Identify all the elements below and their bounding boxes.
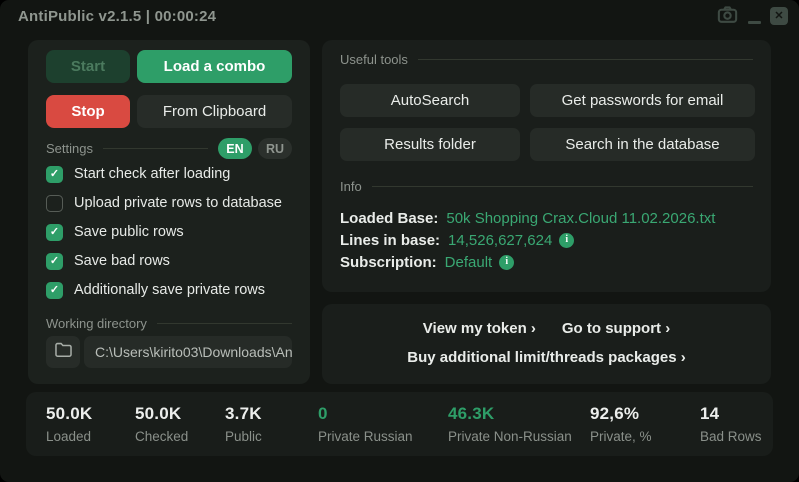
settings-label: Settings — [46, 141, 93, 156]
buy-packages-link[interactable]: Buy additional limit/threads packages › — [407, 349, 685, 366]
camera-icon — [717, 5, 738, 29]
stat-label: Checked — [135, 429, 188, 444]
subscription-row: Subscription: Default — [340, 251, 514, 273]
browse-folder-button[interactable] — [46, 336, 80, 368]
results-folder-button[interactable]: Results folder — [340, 128, 520, 161]
stat-label: Private, % — [590, 429, 652, 444]
checkbox-label: Upload private rows to database — [74, 195, 282, 211]
language-toggle-ru[interactable]: RU — [258, 138, 292, 159]
tools-info-panel: Useful tools AutoSearch Get passwords fo… — [322, 40, 771, 292]
check-icon — [50, 169, 59, 180]
stat-value: 3.7K — [225, 404, 262, 424]
settings-section-header: Settings EN RU — [46, 138, 292, 159]
checkbox[interactable] — [46, 224, 63, 241]
from-clipboard-button[interactable]: From Clipboard — [137, 95, 292, 128]
links-row-bottom: Buy additional limit/threads packages › — [322, 349, 771, 366]
checkbox-label: Save bad rows — [74, 253, 170, 269]
checkbox[interactable] — [46, 282, 63, 299]
check-icon — [50, 285, 59, 296]
loaded-base-row: Loaded Base: 50k Shopping Crax.Cloud 11.… — [340, 207, 715, 229]
checkbox[interactable] — [46, 195, 63, 212]
stat-label: Private Russian — [318, 429, 413, 444]
checkbox-label: Start check after loading — [74, 166, 230, 182]
divider — [157, 323, 292, 324]
links-row-top: View my token › Go to support › — [322, 320, 771, 337]
stop-button[interactable]: Stop — [46, 95, 130, 128]
minimize-button[interactable] — [747, 7, 761, 26]
stat-bad-rows: 14 Bad Rows — [700, 404, 762, 444]
checkbox-row-save-private[interactable]: Additionally save private rows — [46, 281, 265, 299]
stat-private-non-russian: 46.3K Private Non-Russian — [448, 404, 572, 444]
stat-private-percent: 92,6% Private, % — [590, 404, 652, 444]
divider — [103, 148, 208, 149]
screenshot-button[interactable] — [717, 7, 738, 26]
working-directory-path[interactable]: C:\Users\kirito03\Downloads\An... — [84, 336, 292, 368]
stat-value: 92,6% — [590, 404, 652, 424]
divider — [418, 59, 753, 60]
stat-value: 46.3K — [448, 404, 572, 424]
subscription-label: Subscription: — [340, 254, 437, 271]
info-icon[interactable] — [499, 255, 514, 270]
divider — [372, 186, 753, 187]
stat-label: Public — [225, 429, 262, 444]
stat-checked: 50.0K Checked — [135, 404, 188, 444]
info-section-header: Info — [340, 179, 753, 194]
checkbox-label: Additionally save private rows — [74, 282, 265, 298]
app-window: AntiPublic v2.1.5 | 00:00:24 Start Load … — [0, 0, 799, 482]
folder-icon — [54, 341, 73, 363]
load-combo-button[interactable]: Load a combo — [137, 50, 292, 83]
language-toggle-en[interactable]: EN — [218, 138, 252, 159]
useful-tools-label: Useful tools — [340, 52, 408, 67]
title-bar: AntiPublic v2.1.5 | 00:00:24 — [0, 0, 799, 34]
useful-tools-section-header: Useful tools — [340, 52, 753, 67]
close-button[interactable] — [770, 7, 788, 25]
stat-value: 14 — [700, 404, 762, 424]
lines-in-base-value: 14,526,627,624 — [448, 232, 552, 249]
working-directory-label: Working directory — [46, 316, 147, 331]
minimize-icon — [748, 21, 761, 24]
info-label: Info — [340, 179, 362, 194]
checkbox[interactable] — [46, 253, 63, 270]
get-passwords-button[interactable]: Get passwords for email — [530, 84, 755, 117]
start-button[interactable]: Start — [46, 50, 130, 83]
autosearch-button[interactable]: AutoSearch — [340, 84, 520, 117]
stat-value: 50.0K — [46, 404, 92, 424]
stat-private-russian: 0 Private Russian — [318, 404, 413, 444]
checkbox[interactable] — [46, 166, 63, 183]
control-panel: Start Load a combo Stop From Clipboard S… — [28, 40, 310, 384]
working-directory-section-header: Working directory — [46, 316, 292, 331]
search-database-button[interactable]: Search in the database — [530, 128, 755, 161]
stat-label: Bad Rows — [700, 429, 762, 444]
checkbox-row-save-public[interactable]: Save public rows — [46, 223, 184, 241]
loaded-base-label: Loaded Base: — [340, 210, 438, 227]
subscription-value: Default — [445, 254, 493, 271]
stat-label: Private Non-Russian — [448, 429, 572, 444]
window-title: AntiPublic v2.1.5 | 00:00:24 — [18, 8, 216, 25]
stat-label: Loaded — [46, 429, 92, 444]
stat-loaded: 50.0K Loaded — [46, 404, 92, 444]
stats-bar: 50.0K Loaded 50.0K Checked 3.7K Public 0… — [26, 392, 773, 456]
check-icon — [50, 256, 59, 267]
stat-public: 3.7K Public — [225, 404, 262, 444]
lines-in-base-label: Lines in base: — [340, 232, 440, 249]
lines-in-base-row: Lines in base: 14,526,627,624 — [340, 229, 574, 251]
checkbox-row-save-bad[interactable]: Save bad rows — [46, 252, 170, 270]
checkbox-label: Save public rows — [74, 224, 184, 240]
window-controls — [717, 7, 788, 26]
stat-value: 50.0K — [135, 404, 188, 424]
support-link[interactable]: Go to support › — [562, 320, 670, 337]
stat-value: 0 — [318, 404, 413, 424]
checkbox-row-upload-private[interactable]: Upload private rows to database — [46, 194, 282, 212]
links-panel: View my token › Go to support › Buy addi… — [322, 304, 771, 384]
info-icon[interactable] — [559, 233, 574, 248]
check-icon — [50, 227, 59, 238]
loaded-base-value: 50k Shopping Crax.Cloud 11.02.2026.txt — [446, 210, 715, 227]
view-token-link[interactable]: View my token › — [423, 320, 536, 337]
checkbox-row-start-check[interactable]: Start check after loading — [46, 165, 230, 183]
